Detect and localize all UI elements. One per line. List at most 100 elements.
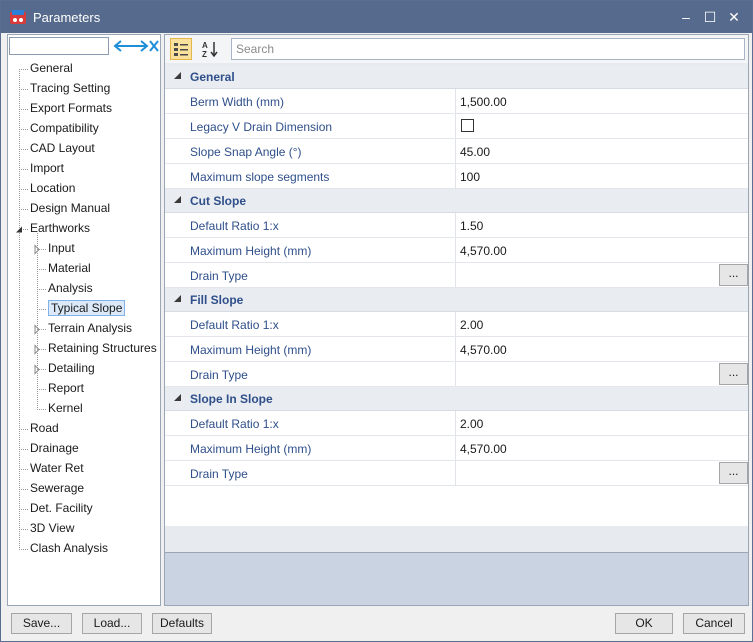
- category-tree-panel: General Tracing Setting Export Formats Comp…: [7, 34, 161, 606]
- tree-item-cad-layout[interactable]: CAD Layout: [30, 139, 95, 157]
- property-row[interactable]: Drain Type...: [165, 362, 748, 387]
- browse-button[interactable]: ...: [719, 462, 748, 484]
- tree-item-material[interactable]: Material: [48, 259, 91, 277]
- tree-item-sewerage[interactable]: Sewerage: [30, 479, 84, 497]
- tree-item-road[interactable]: Road: [30, 419, 59, 437]
- expand-collapse-icon[interactable]: [112, 37, 160, 55]
- tree-item-label: Material: [48, 261, 91, 275]
- tree-item-label: Earthworks: [30, 221, 91, 235]
- property-row[interactable]: Maximum Height (mm) 4,570.00: [165, 238, 748, 263]
- tree-item-import[interactable]: Import: [30, 159, 64, 177]
- tree-item-detailing[interactable]: Detailing: [48, 359, 95, 377]
- property-checkbox[interactable]: [461, 119, 474, 132]
- minimize-button[interactable]: –: [675, 7, 697, 27]
- property-name: Default Ratio 1:x: [190, 219, 279, 233]
- tree-item-location[interactable]: Location: [30, 179, 75, 197]
- property-row[interactable]: Legacy V Drain Dimension: [165, 114, 748, 139]
- tree-filter-input[interactable]: [9, 37, 109, 55]
- property-row[interactable]: Default Ratio 1:x 1.50: [165, 213, 748, 238]
- property-row[interactable]: Drain Type...: [165, 461, 748, 486]
- column-divider: [455, 213, 456, 237]
- property-row[interactable]: Maximum Height (mm) 4,570.00: [165, 337, 748, 362]
- category-row[interactable]: Slope In Slope: [165, 387, 748, 411]
- ok-button[interactable]: OK: [615, 613, 673, 634]
- tree-item-typical-slope[interactable]: Typical Slope: [48, 299, 126, 317]
- property-row[interactable]: Berm Width (mm) 1,500.00: [165, 89, 748, 114]
- property-row[interactable]: Default Ratio 1:x 2.00: [165, 411, 748, 436]
- column-divider: [455, 337, 456, 361]
- property-name: Berm Width (mm): [190, 95, 284, 109]
- tree-item-3d-view[interactable]: 3D View: [30, 519, 74, 537]
- property-row[interactable]: Maximum slope segments 100: [165, 164, 748, 189]
- tree-item-analysis[interactable]: Analysis: [48, 279, 93, 297]
- category-label: Fill Slope: [190, 293, 244, 307]
- column-divider: [455, 114, 456, 138]
- tree-item-export-formats[interactable]: Export Formats: [30, 99, 112, 117]
- column-divider: [455, 139, 456, 163]
- tree-item-label: Analysis: [48, 281, 93, 295]
- tree-item-general[interactable]: General: [30, 59, 73, 77]
- window-title: Parameters: [33, 10, 101, 25]
- tree-item-input[interactable]: Input: [48, 239, 75, 257]
- category-row[interactable]: Cut Slope: [165, 189, 748, 213]
- tree-item-compatibility[interactable]: Compatibility: [30, 119, 99, 137]
- tree-item-label: 3D View: [30, 521, 75, 535]
- property-value[interactable]: 4,570.00: [460, 244, 507, 258]
- tree-item-clash-analysis[interactable]: Clash Analysis: [30, 539, 108, 557]
- maximize-button[interactable]: ☐: [699, 7, 721, 27]
- tree-item-label: Det. Facility: [30, 501, 93, 515]
- collapse-triangle-icon[interactable]: [173, 195, 183, 205]
- property-value[interactable]: 2.00: [460, 417, 483, 431]
- property-row[interactable]: Drain Type...: [165, 263, 748, 288]
- tree-item-report[interactable]: Report: [48, 379, 84, 397]
- column-divider: [455, 411, 456, 435]
- load-button[interactable]: Load...: [82, 613, 142, 634]
- property-search-input[interactable]: [231, 38, 745, 60]
- categorized-view-button[interactable]: [170, 38, 192, 60]
- browse-button[interactable]: ...: [719, 264, 748, 286]
- property-name: Default Ratio 1:x: [190, 417, 279, 431]
- property-value[interactable]: 45.00: [460, 145, 490, 159]
- svg-text:Z: Z: [202, 50, 207, 59]
- tree-item-drainage[interactable]: Drainage: [30, 439, 79, 457]
- cancel-button[interactable]: Cancel: [683, 613, 745, 634]
- category-label: General: [190, 70, 235, 84]
- save-button[interactable]: Save...: [11, 613, 72, 634]
- property-value[interactable]: 100: [460, 170, 480, 184]
- defaults-button[interactable]: Defaults: [152, 613, 212, 634]
- categorized-icon: [174, 43, 188, 56]
- property-row[interactable]: Default Ratio 1:x 2.00: [165, 312, 748, 337]
- property-value[interactable]: 1,500.00: [460, 95, 507, 109]
- close-button[interactable]: ✕: [723, 7, 745, 27]
- tree-item-label: Road: [30, 421, 59, 435]
- property-name: Maximum Height (mm): [190, 343, 312, 357]
- tree-item-retaining-structures[interactable]: Retaining Structures: [48, 339, 157, 357]
- tree-item-earthworks[interactable]: Earthworks: [30, 219, 90, 237]
- property-value[interactable]: 1.50: [460, 219, 483, 233]
- collapse-triangle-icon[interactable]: [173, 393, 183, 403]
- alphabetical-view-button[interactable]: A Z: [199, 38, 221, 60]
- tree-item-tracing-setting[interactable]: Tracing Setting: [30, 79, 110, 97]
- property-value[interactable]: 4,570.00: [460, 442, 507, 456]
- title-bar[interactable]: Parameters – ☐ ✕: [1, 1, 752, 33]
- property-name: Drain Type: [190, 467, 248, 481]
- category-row[interactable]: General: [165, 65, 748, 89]
- category-row[interactable]: Fill Slope: [165, 288, 748, 312]
- property-value[interactable]: 2.00: [460, 318, 483, 332]
- property-name: Slope Snap Angle (°): [190, 145, 302, 159]
- tree-item-design-manual[interactable]: Design Manual: [30, 199, 110, 217]
- property-row[interactable]: Slope Snap Angle (°) 45.00: [165, 139, 748, 164]
- sort-az-icon: A Z: [202, 41, 218, 59]
- column-divider: [455, 164, 456, 188]
- browse-button[interactable]: ...: [719, 363, 748, 385]
- collapse-triangle-icon[interactable]: [173, 71, 183, 81]
- property-row[interactable]: Maximum Height (mm) 4,570.00: [165, 436, 748, 461]
- collapse-triangle-icon[interactable]: [173, 294, 183, 304]
- property-value[interactable]: 4,570.00: [460, 343, 507, 357]
- tree-item-water-ret[interactable]: Water Ret: [30, 459, 84, 477]
- tree-item-kernel[interactable]: Kernel: [48, 399, 83, 417]
- grid-empty-area: [165, 486, 748, 526]
- tree-item-det-facility[interactable]: Det. Facility: [30, 499, 93, 517]
- tree-item-label: Import: [30, 161, 65, 175]
- tree-item-terrain-analysis[interactable]: Terrain Analysis: [48, 319, 132, 337]
